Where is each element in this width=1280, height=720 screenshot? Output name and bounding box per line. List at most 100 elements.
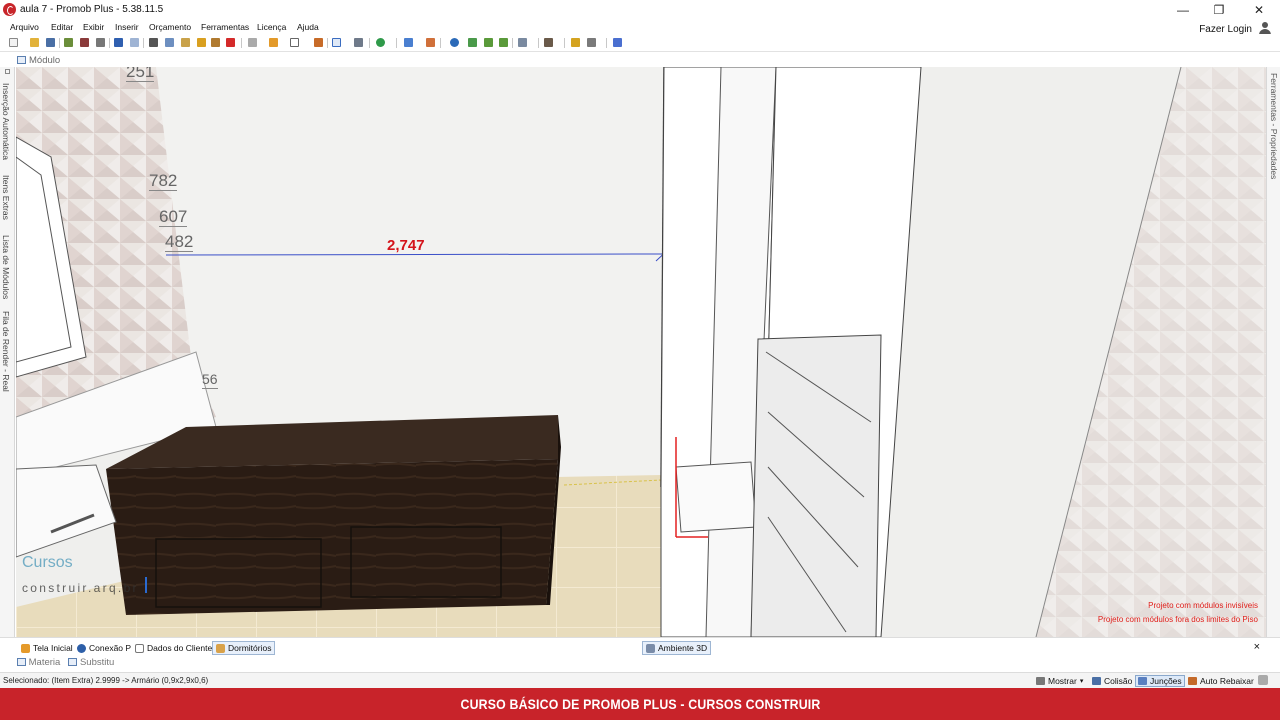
view-eye-icon[interactable] (450, 38, 459, 47)
delete-icon[interactable] (226, 38, 235, 47)
document-tabs: Tela Inicial Conexão P Dados do Cliente … (0, 637, 1280, 657)
paste-icon[interactable] (181, 38, 190, 47)
dock-tab-itens-extras[interactable]: Itens Extras (1, 175, 11, 220)
measure-482: 482 (165, 232, 194, 252)
panel-tabs: Materia Substitu (17, 657, 114, 671)
3d-viewport[interactable]: 251 782 607 482 56 2,747 Cursos construi… (16, 67, 1266, 637)
camera-icon[interactable] (587, 38, 596, 47)
frame-icon[interactable] (290, 38, 299, 47)
tab-tela-inicial[interactable]: Tela Inicial (18, 641, 76, 655)
toolbar-separator (512, 38, 513, 48)
zoom-window-icon[interactable] (518, 38, 527, 47)
menu-licenca[interactable]: Licença (257, 22, 286, 32)
open-folder-icon[interactable] (30, 38, 39, 47)
colisao-button[interactable]: Colisão (1090, 675, 1134, 687)
restore-button[interactable]: ❐ (1200, 0, 1238, 20)
undo-icon[interactable] (114, 38, 123, 47)
render-icon[interactable] (64, 38, 73, 47)
toolbar (0, 34, 1280, 52)
cube-view-icon[interactable] (544, 38, 553, 47)
close-tab-icon[interactable]: × (1254, 641, 1260, 653)
tab-dados-cliente[interactable]: Dados do Cliente (132, 641, 215, 655)
render-settings-icon[interactable] (80, 38, 89, 47)
menu-exibir[interactable]: Exibir (83, 22, 104, 32)
layers-icon[interactable] (404, 38, 413, 47)
menu-ferramentas[interactable]: Ferramentas (201, 22, 249, 32)
dock-tab-lista-modulos[interactable]: Lista de Módulos (1, 235, 11, 299)
pan-right-icon[interactable] (499, 38, 508, 47)
bench-front (106, 459, 558, 615)
watermark-cursos: Cursos (22, 554, 73, 571)
drawer-chest (750, 334, 882, 637)
button-label: Colisão (1104, 676, 1133, 686)
show-icon (1036, 677, 1045, 685)
save-icon[interactable] (46, 38, 55, 47)
button-label: Mostrar (1048, 676, 1077, 686)
wall-panel (156, 67, 666, 477)
grid-icon[interactable] (248, 38, 257, 47)
lower-icon (1188, 677, 1197, 685)
group-icon[interactable] (269, 38, 278, 47)
toolbar-separator (327, 38, 328, 48)
tab-ambiente-3d[interactable]: Ambiente 3D (642, 641, 712, 655)
menu-orcamento[interactable]: Orçamento (149, 22, 191, 32)
home-icon (21, 643, 30, 653)
select-arrow-icon[interactable] (332, 38, 341, 47)
menu-arquivo[interactable]: Arquivo (10, 22, 39, 32)
materials-icon (17, 658, 26, 667)
orbit-icon[interactable] (468, 38, 477, 47)
login-label: Fazer Login (1199, 23, 1252, 35)
tab-label: Dormitórios (228, 643, 272, 653)
close-window-button[interactable]: ✕ (1240, 0, 1278, 20)
measure-icon[interactable] (354, 38, 363, 47)
watermark-logo: Cursos construir.arq.br (22, 554, 139, 596)
left-dock: Inserção Automática Itens Extras Lista d… (0, 67, 15, 637)
connection-icon (77, 643, 86, 653)
door-icon[interactable] (314, 38, 323, 47)
collision-icon (1092, 677, 1101, 685)
pan-left-icon[interactable] (484, 38, 493, 47)
tab-label: Ambiente 3D (658, 643, 708, 653)
auto-rebaixar-button[interactable]: Auto Rebaixar (1186, 675, 1256, 687)
cut-icon[interactable] (149, 38, 158, 47)
right-dock: Ferramentas - Propriedades (1266, 67, 1280, 637)
button-label: Junções (1150, 676, 1182, 686)
minimize-button[interactable]: — (1164, 0, 1202, 20)
menu-ajuda[interactable]: Ajuda (297, 22, 319, 32)
new-file-icon[interactable] (9, 38, 18, 47)
tab-conexao[interactable]: Conexão P (74, 641, 134, 655)
tab-substituir[interactable]: Substitu (68, 657, 114, 671)
brush-icon[interactable] (211, 38, 220, 47)
print-icon[interactable] (96, 38, 105, 47)
tab-dormitorios[interactable]: Dormitórios (212, 641, 276, 655)
juncoes-button[interactable]: Junções (1135, 675, 1185, 687)
replace-icon (68, 658, 78, 667)
selection-status: Selecionado: (Item Extra) 2.9999 -> Armá… (3, 676, 209, 685)
redo-icon[interactable] (130, 38, 139, 47)
settings-icon[interactable] (1258, 675, 1268, 685)
tab-materiais[interactable]: Materia (17, 657, 60, 671)
room-icon (216, 643, 225, 653)
banner-text: CURSO BÁSICO DE PROMOB PLUS - CURSOS CON… (460, 696, 820, 712)
pencil-icon[interactable] (571, 38, 580, 47)
tab-label: Conexão P (89, 643, 132, 653)
menu-inserir[interactable]: Inserir (115, 22, 139, 32)
viewport-tab[interactable]: Módulo (17, 53, 60, 67)
mostrar-button[interactable]: Mostrar ▾ (1034, 675, 1085, 687)
promob-app-icon (3, 3, 16, 16)
dock-tab-ferramentas[interactable]: Ferramentas - Propriedades (1269, 73, 1279, 179)
wand-icon[interactable] (197, 38, 206, 47)
warning-invisible-modules: Projeto com módulos invisíveis (1148, 601, 1258, 610)
menu-editar[interactable]: Editar (51, 22, 73, 32)
palette-icon[interactable] (613, 38, 622, 47)
globe-icon[interactable] (376, 38, 385, 47)
viewport-tab-label: Módulo (29, 54, 61, 66)
toolbar-separator (241, 38, 242, 48)
dock-tab-fila-render[interactable]: Fila de Render - Real (1, 311, 11, 392)
module-icon[interactable] (426, 38, 435, 47)
copy-icon[interactable] (165, 38, 174, 47)
tab-label: Materia (28, 657, 61, 668)
watermark-url: construir.arq.br (22, 581, 139, 595)
pin-icon[interactable] (5, 69, 10, 74)
dock-tab-insercao[interactable]: Inserção Automática (1, 83, 11, 160)
